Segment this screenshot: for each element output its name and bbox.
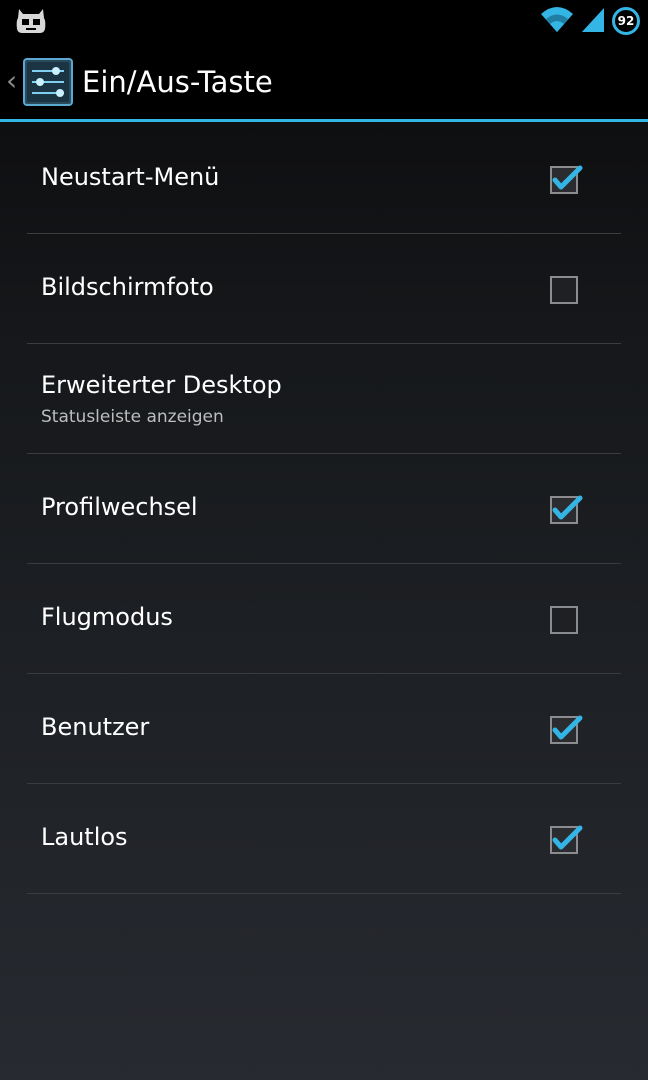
pref-summary: Statusleiste anzeigen <box>41 407 224 427</box>
checkbox-checked-icon[interactable] <box>550 163 583 194</box>
pref-label: Lautlos <box>41 823 128 851</box>
pref-label: Flugmodus <box>41 603 173 631</box>
battery-icon: 92 <box>612 7 640 35</box>
checkbox-unchecked-icon[interactable] <box>550 273 580 304</box>
pref-flugmodus[interactable]: Flugmodus <box>27 564 621 674</box>
status-icons: 92 <box>540 6 640 36</box>
status-bar: 92 <box>0 0 648 40</box>
signal-icon <box>580 6 606 36</box>
action-bar: ‹ Ein/Aus-Taste <box>0 40 648 122</box>
battery-level: 92 <box>617 14 635 28</box>
checkbox-checked-icon[interactable] <box>550 493 583 524</box>
page-title: Ein/Aus-Taste <box>82 65 273 99</box>
checkbox-checked-icon[interactable] <box>550 713 583 744</box>
pref-label: Bildschirmfoto <box>41 273 214 301</box>
pref-bildschirmfoto[interactable]: Bildschirmfoto <box>27 234 621 344</box>
pref-profilwechsel[interactable]: Profilwechsel <box>27 454 621 564</box>
settings-sliders-icon[interactable] <box>23 58 73 106</box>
chevron-left-icon[interactable]: ‹ <box>6 64 17 98</box>
screen: 92 ‹ Ein/Aus-Taste Neustart-Menü Bildsch… <box>0 0 648 1080</box>
pref-label: Benutzer <box>41 713 150 741</box>
pref-label: Profilwechsel <box>41 493 198 521</box>
checkbox-unchecked-icon[interactable] <box>550 603 580 634</box>
wifi-icon <box>540 6 574 36</box>
preferences-list: Neustart-Menü Bildschirmfoto Erweiterter… <box>0 124 648 894</box>
cyanogenmod-mascot-icon <box>14 5 48 35</box>
pref-label: Neustart-Menü <box>41 163 220 191</box>
pref-lautlos[interactable]: Lautlos <box>27 784 621 894</box>
checkbox-checked-icon[interactable] <box>550 823 583 854</box>
pref-erweiterter-desktop[interactable]: Erweiterter Desktop Statusleiste anzeige… <box>27 344 621 454</box>
pref-benutzer[interactable]: Benutzer <box>27 674 621 784</box>
pref-label: Erweiterter Desktop <box>41 371 282 399</box>
pref-neustart-menu[interactable]: Neustart-Menü <box>27 124 621 234</box>
